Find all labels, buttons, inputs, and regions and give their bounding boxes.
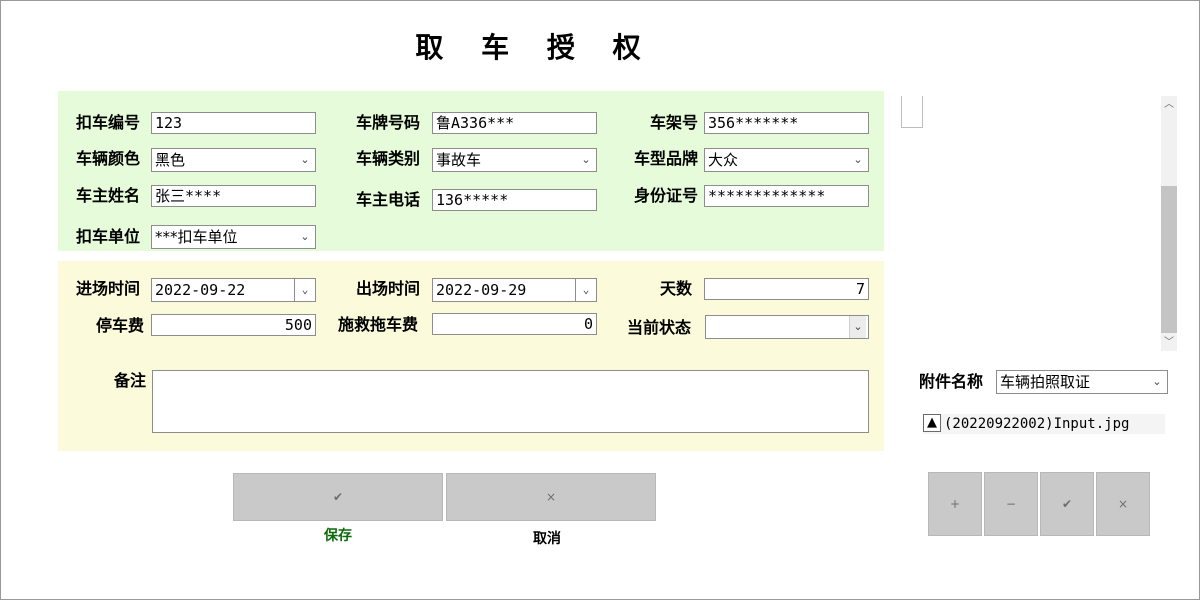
check-icon: ✔: [332, 490, 344, 504]
brand-label: 车型品牌: [633, 149, 698, 168]
chevron-down-icon: ⌄: [581, 153, 591, 166]
preview-thumbnail[interactable]: [901, 96, 923, 128]
impound-unit-select[interactable]: ***扣车单位 ⌄: [151, 225, 316, 249]
parking-fee-input[interactable]: 500: [151, 314, 316, 336]
color-value: 黑色: [155, 151, 186, 169]
owner-phone-input[interactable]: 136*****: [432, 189, 597, 211]
in-time-label: 进场时间: [76, 279, 141, 298]
days-label: 天数: [659, 279, 692, 298]
attachment-preview: [900, 96, 1178, 351]
color-select[interactable]: 黑色 ⌄: [151, 148, 316, 172]
frame-no-label: 车架号: [649, 113, 698, 132]
remove-attachment-button[interactable]: −: [984, 472, 1038, 536]
add-attachment-button[interactable]: +: [928, 472, 982, 536]
plus-icon: +: [949, 497, 961, 511]
check-icon: ✔: [1061, 497, 1073, 511]
attachment-name-value: 车辆拍照取证: [1000, 373, 1091, 391]
attachment-name-label: 附件名称: [919, 372, 984, 391]
chevron-down-icon[interactable]: ﹀: [1161, 336, 1177, 350]
impound-no-input[interactable]: 123: [151, 112, 316, 134]
save-button[interactable]: ✔: [233, 473, 443, 521]
impound-unit-value: ***扣车单位: [155, 228, 238, 246]
id-no-input[interactable]: *************: [704, 185, 869, 207]
chevron-down-icon: ⌄: [853, 153, 863, 166]
parking-fee-label: 停车费: [95, 316, 144, 335]
days-input[interactable]: 7: [704, 278, 869, 300]
in-time-picker[interactable]: 2022-09-22 ⌄: [151, 278, 316, 302]
status-select[interactable]: ⌄: [705, 315, 869, 339]
file-triangle-icon[interactable]: ▲: [923, 414, 941, 432]
page-title: 取 车 授 权: [415, 31, 655, 64]
id-no-label: 身份证号: [633, 186, 698, 205]
attachment-name-select[interactable]: 车辆拍照取证 ⌄: [996, 370, 1168, 394]
chevron-down-icon[interactable]: ⌄: [575, 279, 596, 301]
remark-label: 备注: [114, 371, 147, 390]
out-time-value: 2022-09-29: [436, 281, 527, 299]
brand-select[interactable]: 大众 ⌄: [704, 148, 869, 172]
remark-textarea[interactable]: [152, 370, 869, 433]
chevron-down-icon: ⌄: [300, 153, 310, 166]
impound-no-label: 扣车编号: [76, 113, 141, 132]
owner-name-input[interactable]: 张三****: [151, 185, 316, 207]
brand-value: 大众: [708, 151, 739, 169]
plate-label: 车牌号码: [356, 113, 421, 132]
chevron-up-icon[interactable]: ︿: [1161, 98, 1177, 112]
cancel-button[interactable]: ×: [446, 473, 656, 521]
out-time-label: 出场时间: [356, 279, 421, 298]
chevron-down-icon: ⌄: [849, 316, 866, 338]
plate-input[interactable]: 鲁A336***: [432, 112, 597, 134]
impound-unit-label: 扣车单位: [76, 227, 141, 246]
owner-name-label: 车主姓名: [76, 186, 141, 205]
tow-fee-label: 施救拖车费: [338, 315, 419, 334]
chevron-down-icon: ⌄: [300, 230, 310, 243]
frame-no-input[interactable]: 356*******: [704, 112, 869, 134]
confirm-attachment-button[interactable]: ✔: [1040, 472, 1094, 536]
vehicle-type-label: 车辆类别: [356, 149, 421, 168]
out-time-picker[interactable]: 2022-09-29 ⌄: [432, 278, 597, 302]
save-label[interactable]: 保存: [233, 525, 443, 545]
cancel-attachment-button[interactable]: ×: [1096, 472, 1150, 536]
minus-icon: −: [1005, 497, 1017, 511]
close-icon: ×: [1117, 497, 1129, 511]
cancel-label[interactable]: 取消: [442, 528, 652, 548]
chevron-down-icon[interactable]: ⌄: [294, 279, 315, 301]
chevron-down-icon: ⌄: [1152, 375, 1162, 388]
attachment-file-name[interactable]: (20220922002)Input.jpg: [944, 414, 1129, 434]
owner-phone-label: 车主电话: [356, 190, 421, 209]
color-label: 车辆颜色: [76, 149, 141, 168]
close-icon: ×: [545, 490, 557, 504]
in-time-value: 2022-09-22: [155, 281, 246, 299]
scrollbar-thumb[interactable]: [1161, 186, 1177, 333]
vehicle-type-value: 事故车: [436, 151, 482, 169]
tow-fee-input[interactable]: 0: [432, 313, 597, 335]
vehicle-type-select[interactable]: 事故车 ⌄: [432, 148, 597, 172]
status-label: 当前状态: [627, 318, 692, 337]
